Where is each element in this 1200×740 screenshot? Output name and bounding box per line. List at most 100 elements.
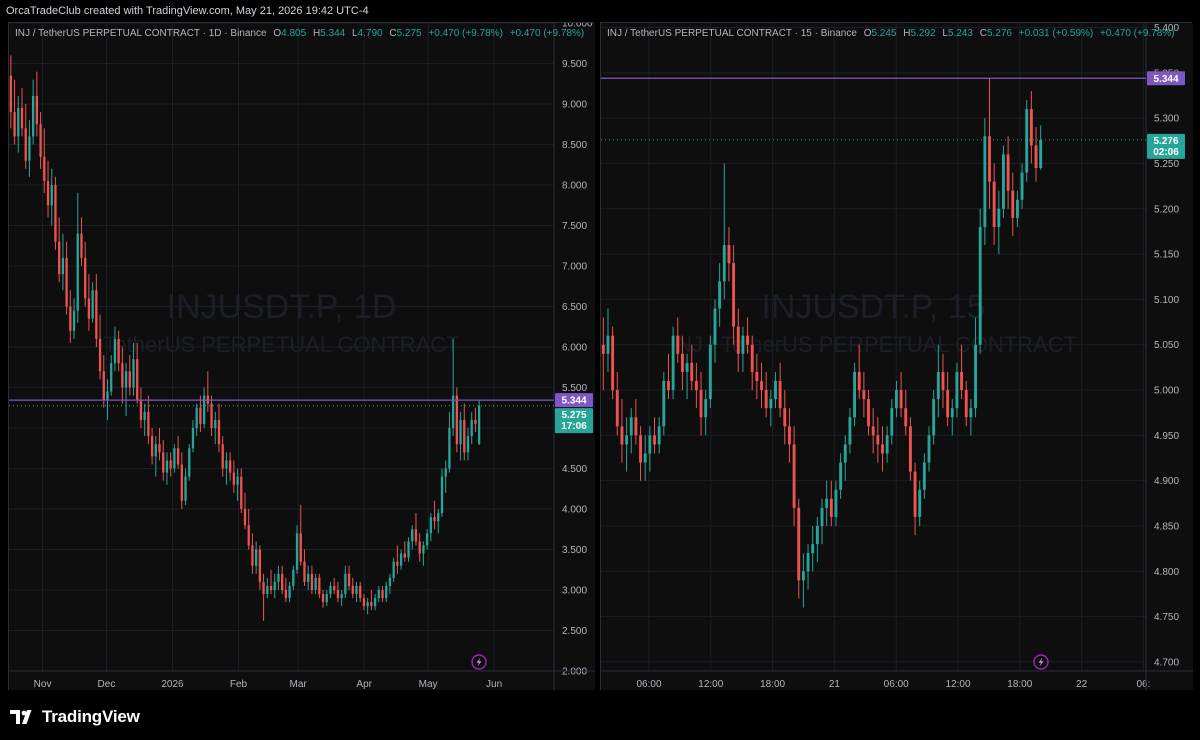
candle-body <box>232 472 236 485</box>
candle-body <box>225 460 228 469</box>
legend-open: 5.245 <box>871 28 897 39</box>
candle-body <box>867 399 870 427</box>
legend-close: 5.275 <box>396 28 422 39</box>
candle-body <box>440 476 444 514</box>
candle-body <box>39 124 42 157</box>
candle-body <box>396 561 399 566</box>
candle-body <box>314 577 317 590</box>
y-tick-label: 5.300 <box>1154 114 1179 125</box>
x-tick-label: 18:00 <box>1007 679 1032 690</box>
candle-body <box>978 226 982 345</box>
candle-body <box>927 435 931 463</box>
y-tick-label: 4.950 <box>1154 431 1179 442</box>
candle-body <box>829 498 833 517</box>
candle-body <box>46 180 50 206</box>
candle-body <box>463 419 466 453</box>
candle-body <box>643 453 647 463</box>
x-tick-label: Jun <box>486 679 502 690</box>
chart-panel-daily[interactable]: 10.000 9.500 9.000 8.500 8.000 7.500 7.000 6.50… <box>8 22 595 691</box>
candle-body <box>58 241 61 275</box>
bottom-bar: TradingView <box>0 690 1200 740</box>
candle-body <box>407 541 410 558</box>
candle-body <box>35 95 39 125</box>
candle-body <box>932 399 936 436</box>
chart-svg-15m[interactable]: 5.4005.3505.3005.2505.2005.1505.1005.050… <box>601 23 1193 691</box>
chart-panel-15m[interactable]: 5.4005.3505.3005.2505.2005.1505.1005.050… <box>600 22 1193 691</box>
candle-body <box>366 602 369 607</box>
candle-body <box>351 585 354 595</box>
candle-body <box>273 581 276 590</box>
candle-body <box>899 390 903 409</box>
candle-body <box>385 585 388 599</box>
candle-body <box>95 290 98 339</box>
candle-body <box>269 585 273 590</box>
candle-body <box>20 108 24 129</box>
y-tick-label: 4.500 <box>562 464 587 475</box>
legend-high: 5.292 <box>910 28 936 39</box>
candle-body <box>671 335 675 391</box>
y-tick-label: 5.050 <box>1154 340 1179 351</box>
candle-body <box>110 363 113 392</box>
chart-legend-15m: INJ / TetherUS PERPETUAL CONTRACT · 15 ·… <box>607 28 1175 39</box>
candle-body <box>470 419 473 437</box>
x-tick-label: Nov <box>34 679 52 690</box>
y-tick-label: 5.200 <box>1154 204 1179 215</box>
candle-body <box>24 128 27 161</box>
candle-body <box>941 371 945 391</box>
candle-body <box>890 408 894 436</box>
legend-change-2: +0.470 (+9.78%) <box>509 28 585 39</box>
candle-body <box>292 569 295 586</box>
candle-body <box>325 594 328 603</box>
watermark-subtitle: INJ / TetherUS PERPETUAL CONTRACT <box>670 332 1077 357</box>
candle-body <box>801 571 805 581</box>
candle-body <box>76 233 79 311</box>
candle-body <box>98 338 102 372</box>
candle-body <box>988 136 991 182</box>
legend-open-label: O <box>273 28 282 39</box>
candle-body <box>853 371 857 418</box>
chart-svg-daily[interactable]: 10.0009.5009.0008.5008.0007.5007.0006.50… <box>9 23 595 691</box>
candle-body <box>113 338 117 364</box>
y-tick-label: 9.000 <box>562 100 587 111</box>
candle-body <box>783 408 787 427</box>
candle-body <box>815 525 819 545</box>
candle-body <box>694 380 698 391</box>
candle-body <box>359 585 362 599</box>
candle-body <box>620 426 624 445</box>
candle-body <box>72 310 76 331</box>
candle-body <box>615 390 619 427</box>
candle-body <box>718 281 722 309</box>
y-tick-label: 8.000 <box>562 181 587 192</box>
candle-body <box>741 335 745 354</box>
legend-change: +0.031 (+0.59%) <box>1018 28 1094 39</box>
candle-body <box>881 444 884 454</box>
candle-body <box>437 513 440 522</box>
candle-body <box>1020 172 1024 200</box>
candle-body <box>87 298 91 319</box>
x-tick-label: 2026 <box>161 679 184 690</box>
candle-body <box>727 245 731 264</box>
candle-body <box>466 436 470 453</box>
candle-body <box>318 577 321 595</box>
candle-body <box>876 435 880 445</box>
tradingview-logo[interactable]: TradingView <box>10 707 140 727</box>
candle-body <box>106 391 109 400</box>
candle-body <box>1015 199 1019 218</box>
candle-body <box>43 156 46 181</box>
candle-body <box>217 419 221 445</box>
candle-body <box>448 428 451 469</box>
candle-body <box>188 448 191 477</box>
candle-body <box>236 476 239 485</box>
candle-body <box>946 390 950 418</box>
candle-body <box>913 471 917 517</box>
x-tick-label: 06: <box>1136 679 1150 690</box>
y-tick-label: 8.500 <box>562 140 587 151</box>
candle-body <box>370 602 373 607</box>
candle-body <box>908 426 912 472</box>
candle-body <box>84 257 87 299</box>
candle-body <box>871 426 875 436</box>
y-tick-label: 4.000 <box>562 505 587 516</box>
watermark-subtitle: TetherUS PERPETUAL CONTRACT <box>103 332 459 357</box>
candle-body <box>922 462 926 490</box>
x-tick-label: Mar <box>290 679 308 690</box>
